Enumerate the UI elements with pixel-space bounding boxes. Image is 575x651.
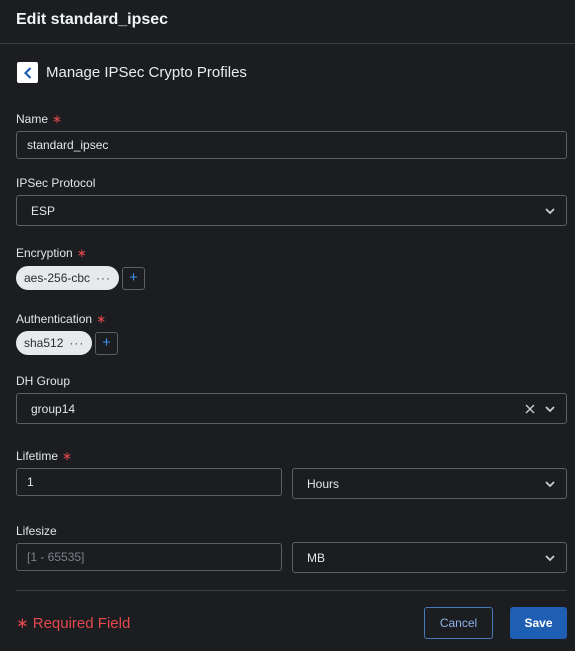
footer-divider xyxy=(16,590,567,591)
required-asterisk: ∗ xyxy=(62,449,73,463)
encryption-chip[interactable]: aes-256-cbc ··· xyxy=(16,266,120,290)
encryption-label-text: Encryption xyxy=(16,246,73,260)
save-button[interactable]: Save xyxy=(510,607,567,639)
lifesize-unit-value: MB xyxy=(307,551,325,565)
encryption-chip-label: aes-256-cbc xyxy=(24,271,91,285)
name-input[interactable] xyxy=(16,131,567,159)
section-title: Manage IPSec Crypto Profiles xyxy=(46,64,247,81)
chevron-down-icon xyxy=(545,555,555,562)
chevron-down-icon xyxy=(545,406,555,413)
lifesize-input[interactable] xyxy=(16,543,282,571)
dialog-header: Edit standard_ipsec xyxy=(0,0,575,44)
authentication-label: Authentication ∗ xyxy=(16,312,106,326)
chip-more-icon[interactable]: ··· xyxy=(96,271,111,285)
required-asterisk: ∗ xyxy=(96,312,107,326)
ipsec-protocol-label: IPSec Protocol xyxy=(16,176,96,190)
lifesize-unit-select[interactable]: MB xyxy=(292,542,567,573)
lifetime-label: Lifetime ∗ xyxy=(16,449,72,463)
chip-more-icon[interactable]: ··· xyxy=(69,336,84,350)
back-button[interactable] xyxy=(17,62,38,83)
required-field-note: ∗ Required Field xyxy=(16,615,131,632)
add-encryption-button[interactable]: + xyxy=(122,267,145,290)
dh-group-select[interactable]: group14 xyxy=(16,393,567,424)
lifetime-unit-value: Hours xyxy=(307,477,340,491)
chevron-down-icon xyxy=(545,208,555,215)
authentication-label-text: Authentication xyxy=(16,312,93,326)
name-label-text: Name xyxy=(16,112,49,126)
cancel-button[interactable]: Cancel xyxy=(424,607,493,639)
ipsec-protocol-select[interactable]: ESP xyxy=(16,195,567,226)
lifetime-label-text: Lifetime xyxy=(16,449,59,463)
dh-group-label: DH Group xyxy=(16,374,71,388)
encryption-label: Encryption ∗ xyxy=(16,246,87,260)
lifetime-unit-select[interactable]: Hours xyxy=(292,468,567,499)
lifesize-label: Lifesize xyxy=(16,524,57,538)
chevron-down-icon xyxy=(545,481,555,488)
dialog-title: Edit standard_ipsec xyxy=(16,11,169,28)
authentication-chip-label: sha512 xyxy=(24,336,64,350)
required-asterisk: ∗ xyxy=(76,246,87,260)
chevron-left-icon xyxy=(23,66,31,79)
clear-icon[interactable] xyxy=(524,403,536,415)
dh-group-value: group14 xyxy=(31,402,76,416)
required-asterisk: ∗ xyxy=(52,112,63,126)
lifetime-input[interactable] xyxy=(16,468,282,496)
name-label: Name ∗ xyxy=(16,112,62,126)
ipsec-protocol-value: ESP xyxy=(31,204,56,218)
authentication-chip[interactable]: sha512 ··· xyxy=(16,331,93,355)
add-authentication-button[interactable]: + xyxy=(95,332,118,355)
